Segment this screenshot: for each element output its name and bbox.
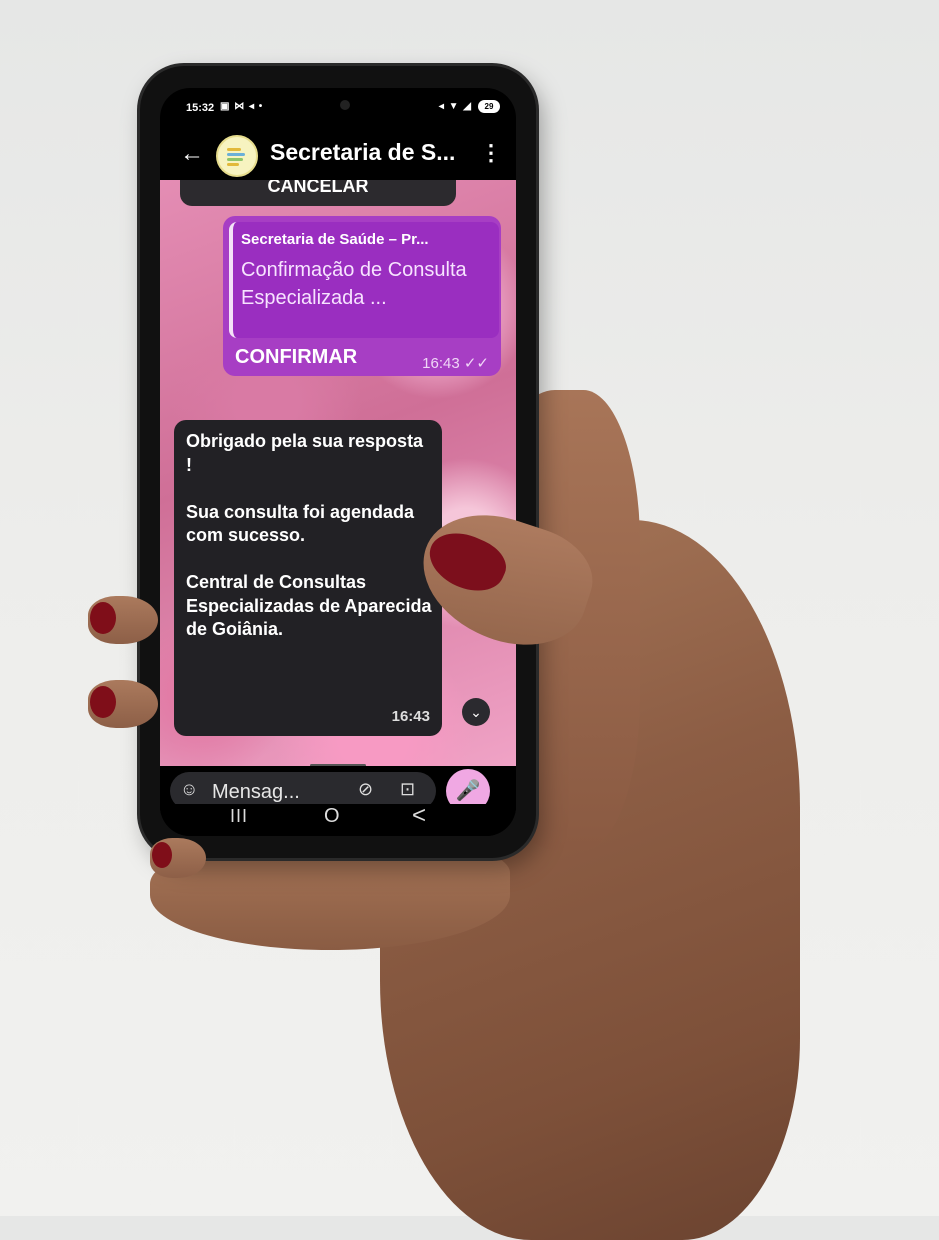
recent-apps-button[interactable]: III xyxy=(230,806,248,827)
quoted-message[interactable]: Secretaria de Saúde – Pr... Confirmação … xyxy=(229,222,499,338)
received-message-bubble[interactable]: Obrigado pela sua resposta ! Sua consult… xyxy=(174,420,442,736)
battery-icon: 29 xyxy=(478,100,500,113)
contact-name[interactable]: Secretaria de S... xyxy=(270,139,455,166)
chat-header: ← Secretaria de S... ⋮ xyxy=(160,128,516,180)
status-time: 15:32 xyxy=(186,102,215,114)
received-text: Obrigado pela sua resposta ! Sua consult… xyxy=(186,431,432,639)
chat-conversation: CANCELAR Secretaria de Saúde – Pr... Con… xyxy=(160,180,516,766)
cancel-button-bubble[interactable]: CANCELAR xyxy=(180,180,456,206)
finger-index xyxy=(88,596,158,644)
sent-timestamp: 16:43 ✓✓ xyxy=(422,355,489,372)
finger-ring xyxy=(150,838,206,878)
quoted-sender: Secretaria de Saúde – Pr... xyxy=(241,231,429,248)
signal-icons: ◂ ▼ ◢ xyxy=(438,101,472,112)
back-arrow-icon[interactable]: ← xyxy=(180,140,204,168)
nav-back-button[interactable]: < xyxy=(412,802,426,830)
emoji-icon[interactable]: ☺ xyxy=(180,779,198,800)
fingernail xyxy=(90,686,116,718)
smartphone: 15:32 ▣ ⋈ ◂ • ◂ ▼ ◢ 29 ← Secretaria de S… xyxy=(140,66,536,858)
photo-background: 15:32 ▣ ⋈ ◂ • ◂ ▼ ◢ 29 ← Secretaria de S… xyxy=(0,0,939,1240)
quoted-text: Confirmação de Consulta Especializada ..… xyxy=(241,259,467,309)
status-bar: 15:32 ▣ ⋈ ◂ • ◂ ▼ ◢ 29 xyxy=(160,88,516,128)
received-timestamp: 16:43 xyxy=(391,708,430,725)
phone-screen: 15:32 ▣ ⋈ ◂ • ◂ ▼ ◢ 29 ← Secretaria de S… xyxy=(160,88,516,836)
notification-icons: ▣ ⋈ ◂ • xyxy=(220,101,264,112)
reply-text: CONFIRMAR xyxy=(235,346,358,368)
paperclip-icon[interactable]: ⊘ xyxy=(358,779,373,800)
fingernail xyxy=(90,602,116,634)
camera-icon[interactable]: ⊡ xyxy=(400,779,415,800)
sent-message-bubble[interactable]: Secretaria de Saúde – Pr... Confirmação … xyxy=(223,216,501,376)
fingernail xyxy=(152,842,172,868)
more-vert-icon[interactable]: ⋮ xyxy=(480,140,502,166)
finger-middle xyxy=(88,680,158,728)
cancel-label: CANCELAR xyxy=(267,180,369,196)
contact-avatar[interactable] xyxy=(216,135,258,177)
system-nav-bar: III O < xyxy=(160,802,516,836)
home-button[interactable]: O xyxy=(324,805,340,828)
scroll-down-icon[interactable]: ⌄ xyxy=(462,698,490,726)
front-camera xyxy=(340,100,350,110)
